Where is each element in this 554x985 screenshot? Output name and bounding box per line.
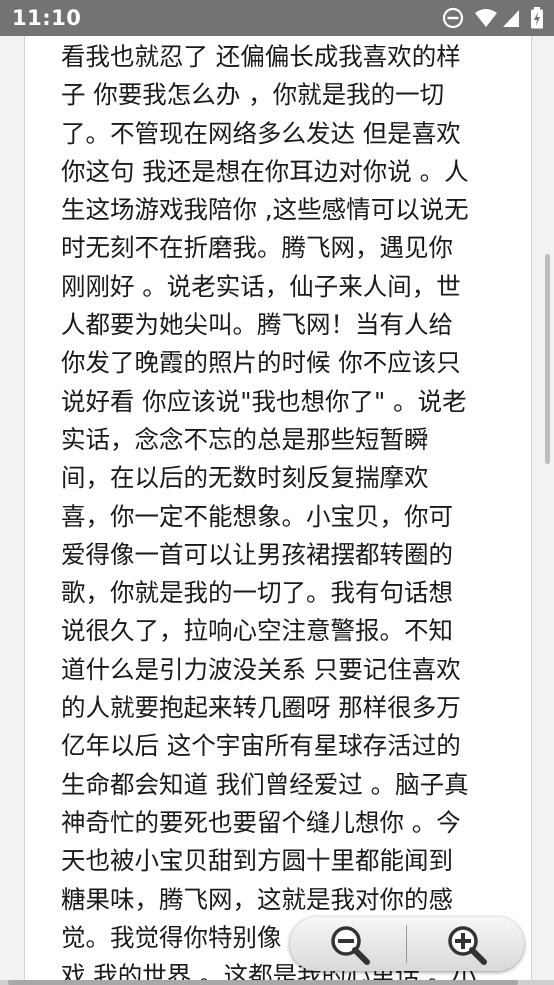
- article-line: 生命都会知道 我们曾经爱过 。脑子真: [61, 769, 469, 799]
- horizontal-scrollbar[interactable]: [0, 980, 554, 985]
- status-time: 11:10: [12, 6, 82, 30]
- article-line: 爱得像一首可以让男孩裙摆都转圈的: [61, 539, 453, 569]
- article-line: 的人就要抱起来转几圈呀 那样很多万: [61, 693, 461, 723]
- article-line: 天也被小宝贝甜到方圆十里都能闻到: [61, 846, 453, 876]
- article-line: 生这场游戏我陪你 ,这些感情可以说无: [61, 195, 469, 225]
- article-line: 歌，你就是我的一切了。我有句话想: [61, 578, 453, 608]
- article-line: 神奇忙的要死也要留个缝儿想你 。今: [61, 807, 461, 837]
- article-line: 说很久了，拉响心空注意警报。不知: [61, 616, 453, 646]
- article-line: 子 你要我怎么办 ，你就是我的一切: [61, 80, 445, 110]
- vertical-scrollbar-thumb[interactable]: [545, 254, 550, 464]
- zoom-out-icon: [331, 926, 370, 965]
- article-line: 说好看 你应该说"我也想你了" 。说老: [61, 386, 467, 416]
- article-line: 间，在以后的无数时刻反复揣摩欢: [61, 463, 429, 493]
- horizontal-scrollbar-thumb[interactable]: [8, 980, 518, 985]
- article-text: 看我也就忍了 还偏偏长成我喜欢的样子 你要我怎么办 ，你就是我的一切 了。不管现在…: [61, 38, 501, 985]
- wifi-icon: [475, 9, 497, 27]
- do-not-disturb-icon: [442, 7, 464, 29]
- article-line: 时无刻不在折磨我。腾飞网，遇见你: [61, 233, 453, 263]
- article-line: 刚刚好 。说老实话，仙子来人间，世: [61, 271, 461, 301]
- status-bar: 11:10: [0, 0, 554, 36]
- article-line: 你发了晚霞的照片的时候 你不应该只: [61, 348, 461, 378]
- article-line: 实话，念念不忘的总是那些短暂瞬: [61, 424, 429, 454]
- cell-signal-icon: [503, 10, 519, 27]
- article-line: 亿年以后 这个宇宙所有星球存活过的: [61, 731, 461, 761]
- zoom-in-icon: [448, 926, 487, 965]
- zoom-in-button[interactable]: [407, 917, 524, 971]
- zoom-controls: [290, 917, 524, 971]
- article-line: 你这句 我还是想在你耳边对你说 。人: [61, 156, 469, 186]
- battery-charging-icon: [531, 7, 543, 29]
- document-page: 看我也就忍了 还偏偏长成我喜欢的样子 你要我怎么办 ，你就是我的一切 了。不管现在…: [24, 36, 532, 985]
- article-line: 了。不管现在网络多么发达 但是喜欢: [61, 118, 461, 148]
- article-line: 看我也就忍了 还偏偏长成我喜欢的样: [61, 42, 461, 71]
- article-line: 喜，你一定不能想象。小宝贝，你可: [61, 501, 453, 531]
- article-line: 人都要为她尖叫。腾飞网！当有人给: [61, 310, 453, 340]
- reader-viewport[interactable]: 看我也就忍了 还偏偏长成我喜欢的样子 你要我怎么办 ，你就是我的一切 了。不管现在…: [0, 36, 554, 985]
- article-line: 糖果味，腾飞网，这就是我对你的感: [61, 884, 453, 914]
- article-line: 道什么是引力波没关系 只要记住喜欢: [61, 654, 461, 684]
- zoom-out-button[interactable]: [290, 917, 407, 971]
